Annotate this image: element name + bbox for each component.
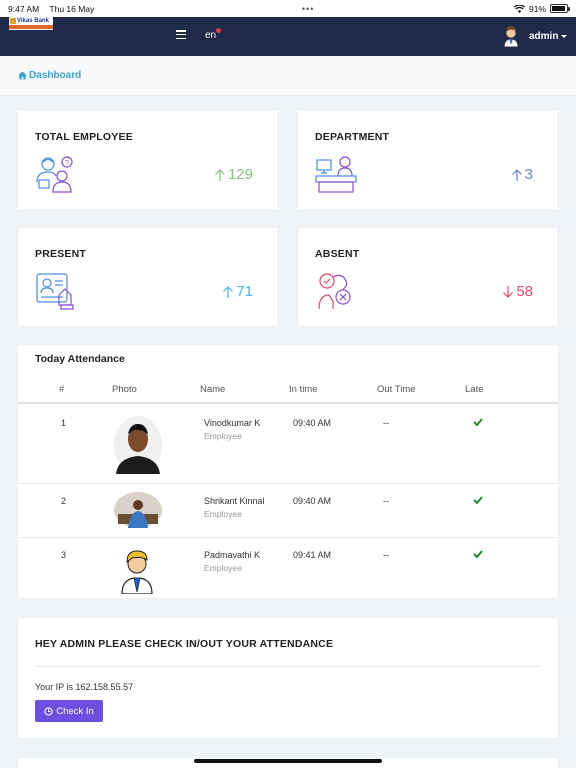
- employee-name: Padmavathi K: [204, 550, 261, 560]
- table-row[interactable]: 1 Vinodkumar K Employee 09:40 AM --: [18, 406, 558, 484]
- language-selector[interactable]: en: [205, 28, 222, 41]
- arrow-down-icon: [503, 285, 514, 298]
- logo-text: Vikas Bank: [17, 18, 49, 24]
- employees-icon: ?: [36, 156, 73, 193]
- top-navbar: Vikas Bank en admin: [0, 17, 576, 56]
- clock-icon: [44, 706, 53, 716]
- col-out-time: Out Time: [377, 384, 416, 395]
- row-number: 2: [61, 496, 67, 506]
- multitask-dots-icon[interactable]: •••: [302, 4, 314, 14]
- department-icon: [315, 156, 357, 193]
- absent-person-icon: [318, 273, 351, 310]
- svg-text:?: ?: [65, 160, 69, 167]
- out-time: --: [383, 418, 389, 428]
- absent-card: ABSENT 58: [298, 228, 557, 326]
- total-employee-value: 129: [214, 166, 253, 183]
- notification-dot: [216, 28, 222, 33]
- col-photo: Photo: [112, 384, 137, 395]
- bank-logo[interactable]: Vikas Bank: [9, 17, 53, 30]
- employee-role: Employee: [204, 563, 242, 573]
- table-row[interactable]: 2 Shrikant Kinnal Employee 09:40 AM --: [18, 484, 558, 538]
- employee-photo: [114, 416, 162, 474]
- attendance-title: Today Attendance: [35, 353, 125, 365]
- breadcrumb: Dashboard: [0, 56, 576, 96]
- present-id-card-icon: [36, 273, 74, 310]
- status-time: 9:47 AM: [8, 3, 40, 14]
- employee-photo: [114, 492, 162, 528]
- check-in-button[interactable]: Check In: [35, 700, 103, 722]
- checkin-card: HEY ADMIN PLEASE CHECK IN/OUT YOUR ATTEN…: [18, 618, 558, 738]
- col-number: #: [59, 384, 65, 395]
- today-attendance-card: Today Attendance # Photo Name In time Ou…: [18, 345, 558, 598]
- employee-role: Employee: [204, 431, 242, 441]
- out-time: --: [383, 550, 389, 560]
- check-in-label: Check In: [56, 705, 94, 717]
- admin-user-menu[interactable]: admin: [529, 31, 567, 42]
- checkin-title: HEY ADMIN PLEASE CHECK IN/OUT YOUR ATTEN…: [35, 638, 334, 650]
- attendance-table-header: # Photo Name In time Out Time Late: [18, 379, 558, 404]
- late-check-icon: [473, 496, 483, 504]
- in-time: 09:40 AM: [293, 496, 332, 506]
- arrow-up-icon: [215, 168, 225, 181]
- late-check-icon: [473, 418, 483, 426]
- col-name: Name: [200, 384, 226, 395]
- late-check-icon: [473, 550, 483, 558]
- absent-value: 58: [502, 283, 533, 300]
- menu-toggle-icon[interactable]: [176, 30, 186, 39]
- absent-title: ABSENT: [315, 248, 360, 260]
- status-date: Thu 16 May: [49, 3, 95, 14]
- employee-name: Vinodkumar K: [204, 418, 261, 428]
- admin-avatar-icon[interactable]: [500, 23, 522, 49]
- in-time: 09:40 AM: [293, 418, 332, 428]
- total-employee-title: TOTAL EMPLOYEE: [35, 131, 133, 143]
- employee-role: Employee: [204, 509, 242, 519]
- home-indicator[interactable]: [194, 759, 382, 763]
- col-in-time: In time: [289, 384, 318, 395]
- breadcrumb-dashboard-link[interactable]: Dashboard: [29, 70, 81, 81]
- department-value: 3: [511, 166, 533, 183]
- row-number: 1: [61, 418, 67, 428]
- battery-icon: [549, 4, 570, 13]
- arrow-up-icon: [223, 285, 234, 298]
- home-icon: [18, 71, 27, 80]
- employee-avatar-icon: [121, 550, 153, 594]
- row-number: 3: [61, 550, 67, 560]
- present-value: 71: [222, 283, 253, 300]
- col-late: Late: [465, 384, 484, 395]
- language-label: en: [205, 30, 217, 41]
- table-row[interactable]: 3 Padmavathi K Employee 09:41 AM --: [18, 538, 558, 598]
- in-time: 09:41 AM: [293, 550, 332, 560]
- total-employee-card: TOTAL EMPLOYEE ? 129: [18, 111, 277, 209]
- status-bar: 9:47 AM Thu 16 May ••• 91%: [0, 0, 576, 17]
- ip-address-text: Your IP is 162.158.55.57: [35, 682, 134, 692]
- department-title: DEPARTMENT: [315, 131, 390, 143]
- wifi-icon: [513, 4, 525, 13]
- divider: [35, 666, 541, 667]
- present-title: PRESENT: [35, 248, 86, 260]
- arrow-up-icon: [511, 168, 522, 181]
- employee-name: Shrikant Kinnal: [204, 496, 265, 506]
- present-card: PRESENT 71: [18, 228, 277, 326]
- out-time: --: [383, 496, 389, 506]
- battery-percent: 91%: [528, 3, 546, 14]
- department-card: DEPARTMENT 3: [298, 111, 557, 209]
